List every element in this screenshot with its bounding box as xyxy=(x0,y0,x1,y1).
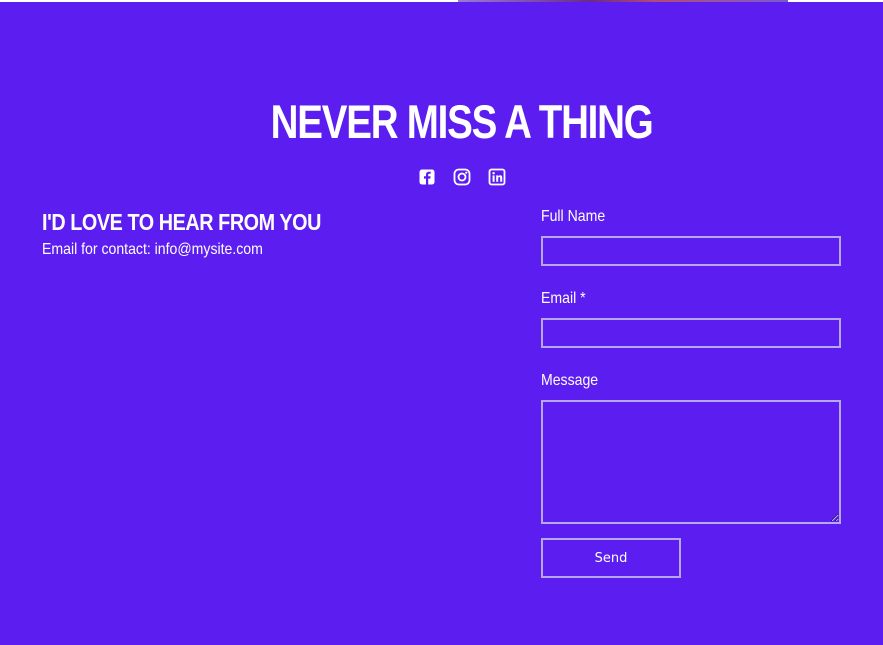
email-input[interactable] xyxy=(541,318,841,348)
page-title: NEVER MISS A THING xyxy=(270,95,654,148)
linkedin-link[interactable] xyxy=(488,168,506,186)
message-label: Message xyxy=(541,372,599,389)
email-group: Email * xyxy=(541,287,841,348)
contact-info: I'D LOVE TO HEAR FROM YOU Email for cont… xyxy=(42,206,462,262)
instagram-link[interactable] xyxy=(453,168,471,186)
linkedin-icon xyxy=(488,168,506,186)
facebook-icon xyxy=(419,169,435,185)
instagram-icon xyxy=(453,168,471,186)
contact-form: Full Name Email * Message Send xyxy=(541,205,841,578)
full-name-group: Full Name xyxy=(541,205,841,266)
full-name-input[interactable] xyxy=(541,236,841,266)
social-bar xyxy=(418,168,506,187)
send-button[interactable]: Send xyxy=(541,538,681,578)
full-name-label: Full Name xyxy=(541,208,606,225)
contact-line: Email for contact: info@mysite.com xyxy=(42,238,412,262)
message-group: Message xyxy=(541,369,841,524)
facebook-link[interactable] xyxy=(418,168,436,186)
contact-email-label: Email for contact: xyxy=(42,241,155,258)
contact-heading: I'D LOVE TO HEAR FROM YOU xyxy=(42,209,321,235)
top-image-edge xyxy=(0,0,883,2)
banner-image-edge xyxy=(458,0,788,2)
message-textarea[interactable] xyxy=(541,400,841,524)
email-label: Email * xyxy=(541,290,586,307)
contact-email-address: info@mysite.com xyxy=(154,241,263,258)
